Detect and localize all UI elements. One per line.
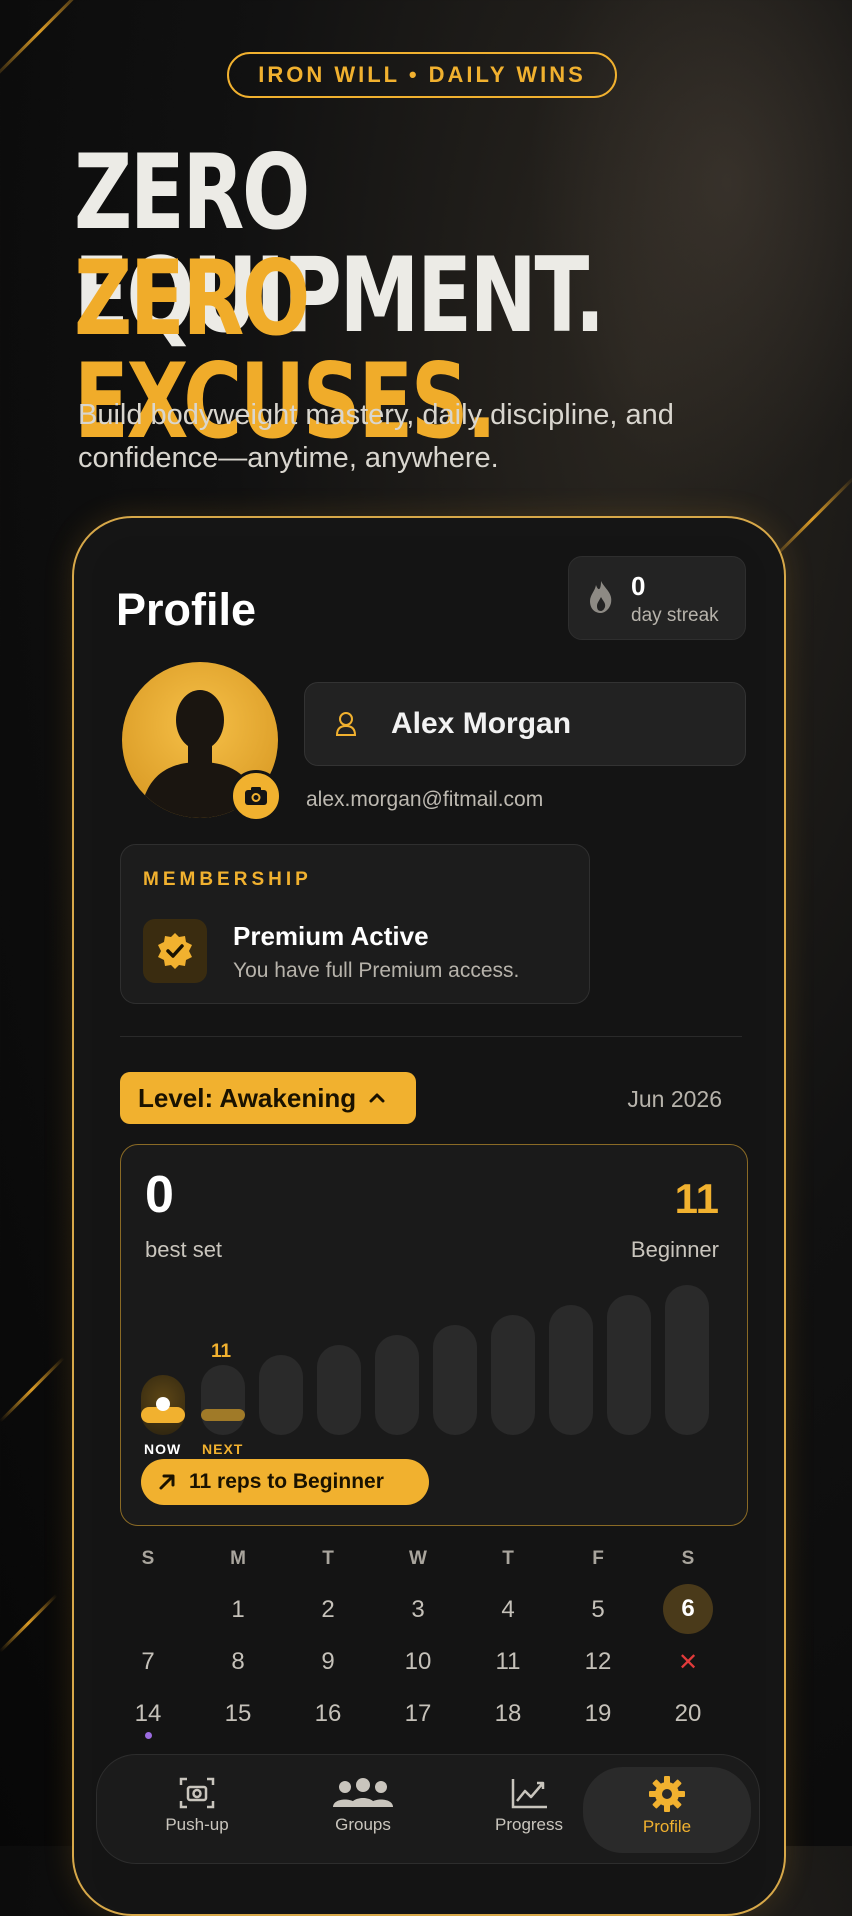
progress-card: 0 best set 11 Beginner NOW 11 NEXT 11 re…	[120, 1144, 748, 1526]
calendar-day-today[interactable]: 6	[663, 1584, 713, 1634]
tagline-pill: IRON WILL • DAILY WINS	[227, 52, 617, 98]
calendar-day[interactable]: 17	[388, 1700, 448, 1728]
calendar-day[interactable]: 19	[568, 1700, 628, 1728]
now-dot	[156, 1397, 170, 1411]
target-label: Beginner	[630, 1237, 719, 1262]
level-label: Level: Awakening	[138, 1082, 357, 1113]
calendar-day[interactable]: 18	[478, 1700, 538, 1728]
user-name: Alex Morgan	[391, 707, 572, 740]
calendar-day[interactable]: 3	[388, 1596, 448, 1624]
page-title: Profile	[116, 584, 257, 635]
calendar-day[interactable]: 5	[568, 1596, 628, 1624]
tab-progress[interactable]: Progress	[459, 1767, 599, 1853]
weekday-label: T	[502, 1548, 514, 1569]
chevron-up-icon	[369, 1093, 385, 1103]
profile-screen: Profile 0 day streak Alex Morgan alex.mo…	[92, 536, 766, 1914]
flame-icon	[590, 581, 612, 613]
calendar-day[interactable]: 2	[298, 1596, 358, 1624]
tab-label: Groups	[335, 1815, 391, 1834]
chart-icon	[511, 1779, 547, 1809]
membership-description: You have full Premium access.	[233, 959, 520, 982]
best-set-value: 0	[145, 1166, 174, 1224]
hero-subtitle: Build bodyweight mastery, daily discipli…	[78, 399, 674, 474]
calendar-day[interactable]: 15	[208, 1700, 268, 1728]
level-selector[interactable]: Level: Awakening	[120, 1072, 416, 1124]
groups-icon	[333, 1778, 393, 1807]
calendar-day[interactable]: 10	[388, 1648, 448, 1676]
weekday-label: M	[230, 1548, 246, 1569]
weekday-label: F	[592, 1548, 604, 1569]
camera-icon	[245, 787, 267, 805]
membership-heading: MEMBERSHIP	[143, 869, 312, 890]
calendar-day[interactable]: 12	[568, 1648, 628, 1676]
weekday-label: T	[322, 1548, 334, 1569]
level-bar	[375, 1335, 419, 1435]
calendar-day[interactable]: 14	[118, 1700, 178, 1728]
weekday-label: W	[409, 1548, 427, 1569]
level-bar	[607, 1295, 651, 1435]
calendar-day[interactable]: 1	[208, 1596, 268, 1624]
tab-label: Push-up	[165, 1815, 229, 1834]
membership-card[interactable]: MEMBERSHIP Premium Active You have full …	[120, 844, 590, 1004]
calendar-day[interactable]: 8	[208, 1648, 268, 1676]
target-value: 11	[674, 1175, 719, 1222]
level-bar	[433, 1325, 477, 1435]
gear-icon	[649, 1776, 685, 1812]
level-bar-next	[201, 1365, 245, 1435]
level-bar	[259, 1355, 303, 1435]
tab-label: Profile	[642, 1817, 692, 1836]
best-set-label: best set	[145, 1237, 223, 1262]
user-email: alex.morgan@fitmail.com	[306, 788, 544, 811]
change-photo-button[interactable]	[230, 770, 282, 822]
next-value: 11	[211, 1341, 232, 1362]
tab-push-up[interactable]: Push-up	[127, 1767, 267, 1853]
missed-day-icon[interactable]: ✕	[658, 1648, 718, 1677]
decor-streak	[0, 1593, 58, 1653]
calendar-day[interactable]: 20	[658, 1700, 718, 1728]
streak-card[interactable]: 0 day streak	[568, 556, 746, 640]
decor-streak	[0, 0, 91, 83]
streak-label: day streak	[631, 605, 719, 626]
level-bar	[317, 1345, 361, 1435]
verified-badge-icon	[143, 919, 207, 983]
camera-icon	[179, 1777, 215, 1809]
tab-profile[interactable]: Profile	[583, 1767, 751, 1853]
weekday-label: S	[681, 1548, 695, 1569]
next-marker	[201, 1409, 245, 1421]
tab-label: Progress	[494, 1815, 564, 1834]
name-field[interactable]: Alex Morgan	[304, 682, 746, 766]
today-value: 6	[681, 1595, 695, 1622]
divider	[120, 1036, 742, 1037]
level-bar	[549, 1305, 593, 1435]
next-label: NEXT	[202, 1441, 244, 1457]
calendar-day[interactable]: 9	[298, 1648, 358, 1676]
reps-to-next-level[interactable]: 11 reps to Beginner	[141, 1459, 429, 1505]
calendar-day[interactable]: 4	[478, 1596, 538, 1624]
streak-value: 0	[631, 571, 646, 601]
weekday-label: S	[141, 1548, 155, 1569]
calendar-day[interactable]: 11	[478, 1648, 538, 1676]
month-label: Jun 2026	[627, 1086, 722, 1112]
decor-streak	[0, 1356, 65, 1423]
calendar-day[interactable]: 16	[298, 1700, 358, 1728]
user-icon	[335, 712, 357, 736]
activity-dot	[145, 1732, 152, 1739]
level-bar	[491, 1315, 535, 1435]
phone-mockup: Profile 0 day streak Alex Morgan alex.mo…	[72, 516, 786, 1916]
tab-groups[interactable]: Groups	[293, 1767, 433, 1853]
calendar-day[interactable]: 7	[118, 1648, 178, 1676]
arrow-up-right-icon	[159, 1474, 175, 1490]
reps-message: 11 reps to Beginner	[189, 1470, 384, 1493]
bottom-tab-bar: Push-up Groups Progress Profile	[96, 1754, 760, 1864]
now-label: NOW	[144, 1441, 182, 1457]
level-bar	[665, 1285, 709, 1435]
membership-status: Premium Active	[233, 921, 429, 951]
